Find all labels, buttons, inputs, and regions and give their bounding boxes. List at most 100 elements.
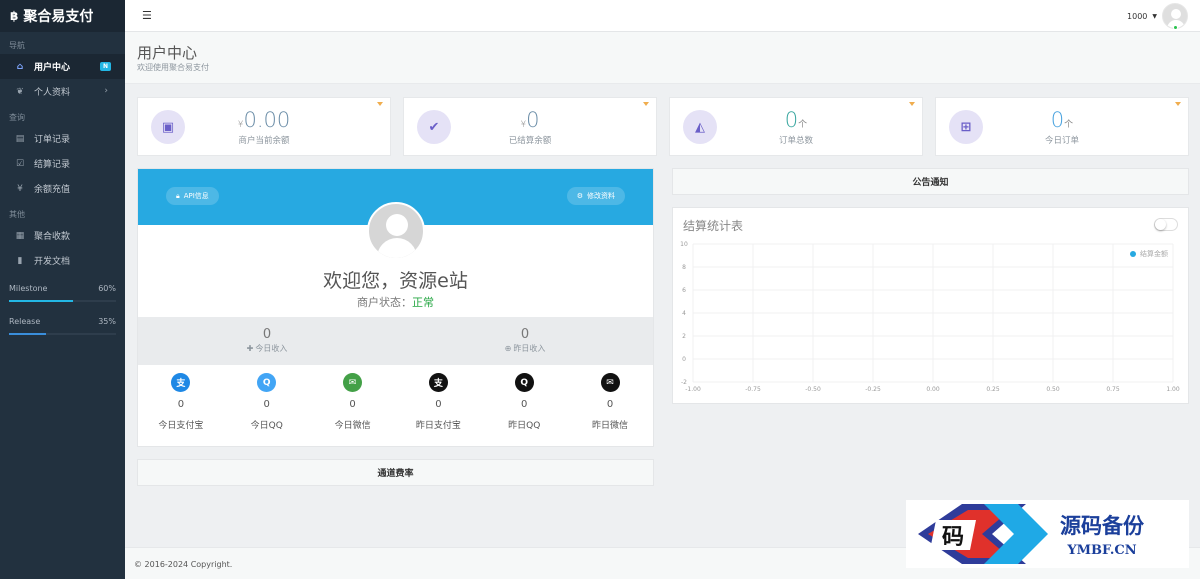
copyright: © 2016-2024 Copyright.	[134, 560, 233, 569]
income-caption: ✚ 今日收入	[138, 343, 396, 354]
brand[interactable]: ฿ 聚合易支付	[0, 0, 125, 32]
brand-name: 聚合易支付	[23, 9, 94, 25]
y-tick-label: 6	[682, 287, 686, 294]
progress-value: 35%	[98, 316, 116, 326]
payment-stat: ✉ 0 今日微信	[310, 373, 396, 433]
x-tick-label: 0.25	[986, 386, 1000, 393]
settlement-chart-card: 结算统计表 10 8 6 4 2 0 -2 -1.00 -0.75 -0.50 -0.25 0.00 0…	[672, 207, 1189, 404]
check-square-icon: ☑	[15, 158, 25, 169]
sidebar-item-check-square[interactable]: ☑ 结算记录	[0, 151, 125, 176]
sidebar-item-label: 个人资料	[34, 88, 71, 98]
user-name[interactable]: 1000	[1127, 12, 1147, 21]
page-header: 用户中心 欢迎使用聚合易支付	[125, 32, 1200, 84]
circle-plus-icon: ⊕	[504, 344, 512, 353]
status-label: 商户状态：	[357, 296, 412, 309]
sidebar-item-label: 开发文档	[34, 257, 71, 267]
payment-value: 0	[435, 399, 442, 410]
collapse-triangle-icon[interactable]	[377, 102, 383, 106]
progress-value: 60%	[98, 283, 116, 293]
payment-stat: 支 0 昨日支付宝	[395, 373, 481, 433]
sidebar-item-leaf[interactable]: ❦ 个人资料 ›	[0, 79, 125, 104]
home-icon: ⌂	[16, 61, 24, 72]
watermark-logo: 码 源码备份 YMBF.CN	[918, 504, 1145, 564]
stat-value-group: ¥0	[404, 108, 656, 132]
x-tick-label: 0.50	[1046, 386, 1060, 393]
x-tick-label: 0.75	[1106, 386, 1120, 393]
x-tick-label: -0.75	[745, 386, 761, 393]
payment-label: 今日微信	[334, 421, 371, 431]
gear-icon: ⚙	[576, 192, 583, 200]
income-strip: 0 ✚ 今日收入 0 ⊕ 昨日收入	[138, 317, 653, 365]
alipay-icon: 支	[171, 373, 191, 392]
qq-icon: Q	[257, 373, 277, 392]
sidebar-item-book[interactable]: ▮ 开发文档	[0, 248, 125, 273]
progress-track	[9, 333, 116, 335]
sidebar-item-label: 结算记录	[34, 160, 71, 170]
progress-item: Milestone 60%	[9, 281, 116, 302]
sidebar-item-list[interactable]: ▤ 订单记录	[0, 126, 125, 151]
sidebar-item-yen[interactable]: ¥ 余额充值	[0, 176, 125, 201]
stat-card[interactable]: ⊞ 0个 今日订单	[935, 97, 1189, 156]
channel-rate-header[interactable]: 通道费率	[137, 459, 654, 486]
nav-section-heading: 导航	[9, 41, 25, 50]
stat-label: 今日订单	[1044, 136, 1079, 146]
payment-stat: Q 0 昨日QQ	[481, 373, 567, 433]
payment-value: 0	[349, 399, 356, 410]
sidebar-item-collect[interactable]: ▦ 聚合收款	[0, 223, 125, 248]
payment-label: 昨日QQ	[508, 421, 541, 431]
wechat-icon: ✉	[343, 373, 363, 392]
settlement-chart: 10 8 6 4 2 0 -2-1.00 -0.75 -0.50 -0.25 0.00 0.25 0.5…	[680, 241, 1180, 393]
edit-profile-button[interactable]: ⚙ 修改资料	[566, 187, 625, 205]
income-item: 0 ✚ 今日收入	[138, 327, 396, 354]
qq-dark-icon: Q	[514, 373, 534, 392]
user-menu[interactable]: 1000 ▼	[1127, 3, 1188, 30]
bitcoin-logo-icon: ฿	[10, 9, 19, 23]
merchant-status: 商户状态：正常	[138, 294, 653, 310]
y-tick-label: -2	[681, 379, 687, 386]
y-tick-label: 4	[682, 310, 686, 317]
x-tick-label: -0.25	[865, 386, 881, 393]
nav-section-heading: 其他	[9, 210, 25, 219]
stat-unit: 个	[1064, 120, 1074, 130]
api-info-button[interactable]: 🔒︎ API信息	[166, 187, 219, 205]
income-item: 0 ⊕ 昨日收入	[396, 327, 654, 354]
watermark: 码 源码备份 YMBF.CN	[906, 500, 1189, 568]
leaf-icon: ❦	[16, 86, 24, 97]
legend-label: 结算金额	[1140, 249, 1168, 258]
welcome-text: 欢迎您，资源e站	[323, 270, 468, 292]
notice-header[interactable]: 公告通知	[672, 168, 1189, 195]
top-bar: ☰ 1000 ▼	[125, 0, 1200, 32]
sidebar-item-home[interactable]: ⌂ 用户中心 N	[0, 54, 125, 79]
sidebar-progress: Milestone 60% Release 35%	[0, 281, 125, 335]
stat-card[interactable]: ✔ ¥0 已结算余额	[403, 97, 657, 156]
sidebar: ฿ 聚合易支付 导航 ⌂ 用户中心 N ❦ 个人资料 › 查询 ▤ 订单记录 ☑ 结算记录 ¥ 余额充值其…	[0, 0, 125, 579]
edit-profile-label: 修改资料	[587, 192, 615, 200]
collapse-triangle-icon[interactable]	[909, 102, 915, 106]
collapse-triangle-icon[interactable]	[643, 102, 649, 106]
payment-stat: Q 0 今日QQ	[224, 373, 310, 433]
progress-label: Release	[9, 316, 41, 326]
payment-value: 0	[606, 399, 614, 410]
payment-value: 0	[521, 399, 528, 410]
stat-card[interactable]: ▣ ¥0.00 商户当前余额	[137, 97, 391, 156]
caret-down-icon[interactable]: ▼	[1152, 13, 1157, 20]
income-caption: ⊕ 昨日收入	[396, 343, 654, 354]
income-value: 0	[262, 327, 272, 342]
stat-unit: 个	[798, 120, 808, 130]
collect-icon: ▦	[15, 230, 25, 241]
stat-value: 0	[1050, 108, 1065, 132]
stat-value: 0.00	[243, 108, 291, 132]
stat-card[interactable]: ◭ 0个 订单总数	[669, 97, 923, 156]
x-tick-label: -0.50	[805, 386, 821, 393]
y-tick-label: 0	[682, 356, 686, 363]
payment-label: 今日支付宝	[158, 421, 204, 431]
y-tick-label: 10	[680, 241, 688, 248]
collapse-triangle-icon[interactable]	[1175, 102, 1181, 106]
menu-toggle-icon[interactable]: ☰	[142, 9, 152, 22]
x-tick-label: -1.00	[685, 386, 701, 393]
progress-track	[9, 300, 116, 302]
progress-label: Milestone	[9, 283, 48, 293]
book-icon: ▮	[17, 255, 23, 266]
sidebar-nav: 导航 ⌂ 用户中心 N ❦ 个人资料 › 查询 ▤ 订单记录 ☑ 结算记录 ¥ 余额充值 其他 ▦ 聚合收款 ▮ 开…	[0, 32, 125, 273]
stat-label: 已结算余额	[508, 136, 552, 146]
